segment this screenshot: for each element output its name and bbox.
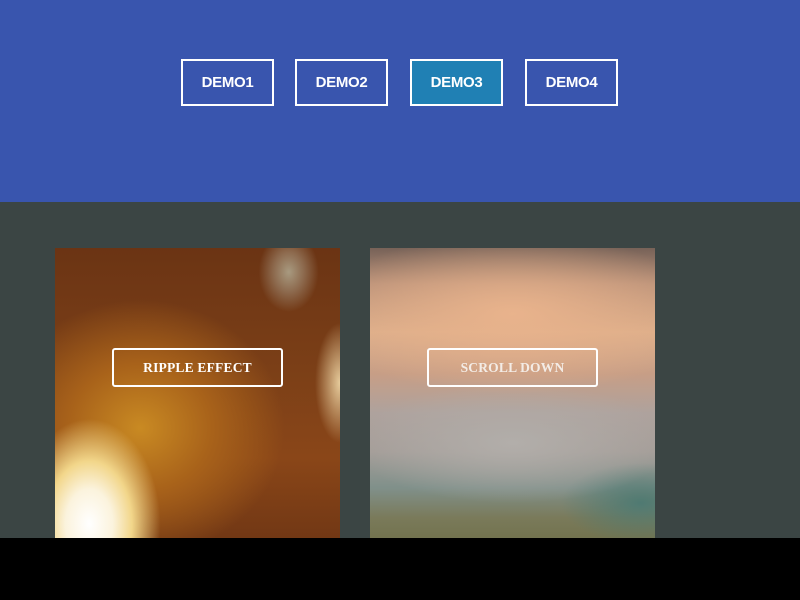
demo-nav: DEMO1 DEMO2 DEMO3 DEMO4 xyxy=(0,59,800,107)
scroll-down-button[interactable]: SCROLL DOWN xyxy=(427,348,598,387)
bottom-bar xyxy=(0,538,800,600)
ripple-card[interactable]: RIPPLE EFFECT xyxy=(55,248,340,538)
demo1-button[interactable]: DEMO1 xyxy=(181,59,274,106)
demo3-button[interactable]: DEMO3 xyxy=(410,59,503,106)
content-area: RIPPLE EFFECT SCROLL DOWN xyxy=(0,202,800,538)
demo4-button[interactable]: DEMO4 xyxy=(525,59,618,106)
scroll-card[interactable]: SCROLL DOWN xyxy=(370,248,655,538)
demo2-button[interactable]: DEMO2 xyxy=(295,59,388,106)
header: DEMO1 DEMO2 DEMO3 DEMO4 xyxy=(0,0,800,202)
ripple-effect-button[interactable]: RIPPLE EFFECT xyxy=(112,348,283,387)
